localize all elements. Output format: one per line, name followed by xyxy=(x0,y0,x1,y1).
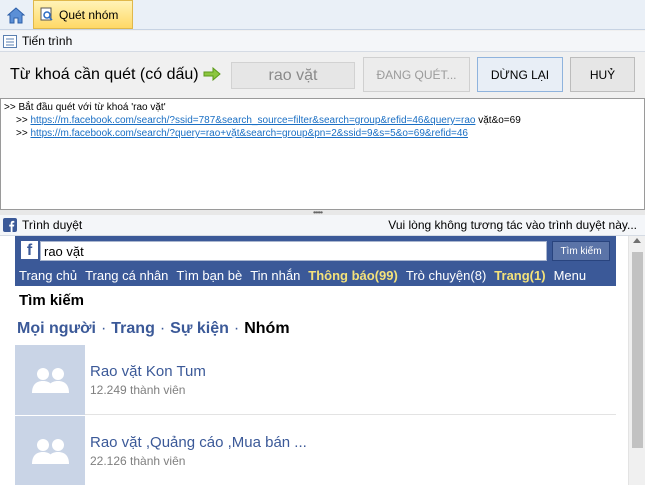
group-name[interactable]: Rao vặt Kon Tum xyxy=(90,363,206,380)
filter-events[interactable]: Sự kiện xyxy=(170,320,229,337)
nav-notifications[interactable]: Thông báo(99) xyxy=(308,268,398,283)
scrollbar-thumb[interactable] xyxy=(632,252,643,448)
browser-section-header: Trình duyệt Vui lòng không tương tác vào… xyxy=(0,215,645,236)
browser-note: Vui lòng không tương tác vào trình duyệt… xyxy=(388,218,637,232)
facebook-nav: Trang chủ Trang cá nhân Tìm bạn bè Tin n… xyxy=(15,265,616,285)
cancel-button[interactable]: HUỶ xyxy=(570,57,635,92)
list-icon xyxy=(3,34,17,48)
nav-find-friends[interactable]: Tìm bạn bè xyxy=(176,268,242,283)
browser-viewport[interactable]: f rao vặt Tìm kiếm Trang chủ Trang cá nh… xyxy=(0,236,645,485)
nav-menu[interactable]: Menu xyxy=(554,268,587,283)
keyword-input[interactable]: rao vặt xyxy=(231,62,355,89)
progress-section-header: Tiến trình xyxy=(0,31,645,52)
filter-people[interactable]: Mọi người xyxy=(17,320,96,337)
facebook-search-input[interactable]: rao vặt xyxy=(40,241,547,261)
scanning-button[interactable]: ĐANG QUÉT... xyxy=(363,57,470,92)
nav-home[interactable]: Trang chủ xyxy=(19,268,77,283)
facebook-logo[interactable]: f xyxy=(21,241,38,259)
keyword-row: Từ khoá cần quét (có dấu) rao vặt ĐANG Q… xyxy=(0,52,645,98)
group-people-icon xyxy=(32,368,69,393)
arrow-right-icon xyxy=(203,67,221,81)
search-filters: Mọi người · Trang · Sự kiện · Nhóm xyxy=(17,320,290,337)
scroll-up-icon[interactable] xyxy=(633,238,641,243)
group-name[interactable]: Rao vặt ,Quảng cáo ,Mua bán ... xyxy=(90,434,307,451)
log-line: >> Bắt đầu quét với từ khoá 'rao vặt' xyxy=(4,102,166,113)
tab-scan-group[interactable]: Quét nhóm xyxy=(33,0,133,29)
filter-pages[interactable]: Trang xyxy=(111,320,155,337)
group-thumbnail[interactable] xyxy=(15,416,85,485)
log-line: >> https://m.facebook.com/search/?query=… xyxy=(16,128,468,139)
progress-title: Tiến trình xyxy=(22,34,73,48)
group-members: 12.249 thành viên xyxy=(90,383,186,397)
nav-profile[interactable]: Trang cá nhân xyxy=(85,268,168,283)
facebook-icon xyxy=(3,218,17,232)
group-members: 22.126 thành viên xyxy=(90,454,186,468)
log-link[interactable]: https://m.facebook.com/search/?query=rao… xyxy=(30,128,468,139)
nav-chat[interactable]: Trò chuyện(8) xyxy=(406,268,486,283)
search-page-icon xyxy=(40,7,53,21)
log-text: Bắt đầu quét với từ khoá 'rao vặt' xyxy=(18,102,166,113)
keyword-label: Từ khoá cần quét (có dấu) xyxy=(10,66,199,83)
home-icon xyxy=(6,6,25,23)
nav-pages[interactable]: Trang(1) xyxy=(494,268,545,283)
tab-label: Quét nhóm xyxy=(59,7,119,22)
group-people-icon xyxy=(32,439,69,464)
browser-title: Trình duyệt xyxy=(22,218,83,232)
facebook-search-button[interactable]: Tìm kiếm xyxy=(552,241,610,261)
home-button[interactable] xyxy=(3,3,28,27)
log-output[interactable]: >> Bắt đầu quét với từ khoá 'rao vặt' >>… xyxy=(0,98,645,210)
log-line: >> https://m.facebook.com/search/?ssid=7… xyxy=(16,115,521,126)
filter-groups: Nhóm xyxy=(244,320,290,337)
browser-scrollbar[interactable] xyxy=(628,236,645,485)
log-link[interactable]: https://m.facebook.com/search/?ssid=787&… xyxy=(30,115,475,126)
group-result[interactable]: Rao vặt Kon Tum 12.249 thành viên xyxy=(15,345,616,415)
tab-bar: Quét nhóm xyxy=(0,0,645,30)
page-title: Tìm kiếm xyxy=(19,292,85,309)
group-thumbnail[interactable] xyxy=(15,345,85,415)
stop-button[interactable]: DỪNG LẠI xyxy=(477,57,563,92)
nav-messages[interactable]: Tin nhắn xyxy=(250,268,300,283)
facebook-header: f rao vặt Tìm kiếm Trang chủ Trang cá nh… xyxy=(15,236,616,286)
group-result[interactable]: Rao vặt ,Quảng cáo ,Mua bán ... 22.126 t… xyxy=(15,416,616,485)
